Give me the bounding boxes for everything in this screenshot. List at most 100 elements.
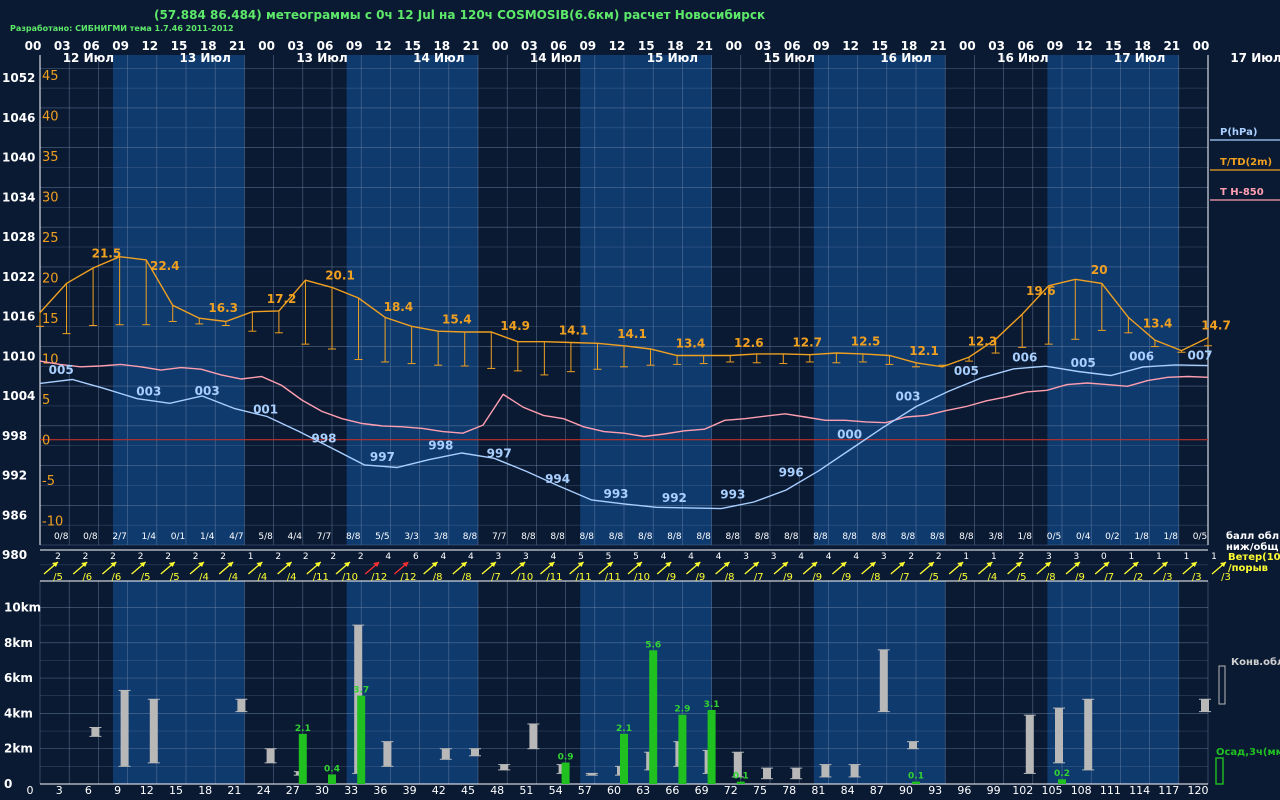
temperature-label: 12.6 xyxy=(734,336,764,350)
hour-label: 12 xyxy=(375,39,392,53)
wind-speed: 3 xyxy=(1074,552,1080,562)
lead-hour-label: 66 xyxy=(665,784,679,797)
wind-gust: /2 xyxy=(1134,572,1144,583)
cloud-cover-value: 1/8 xyxy=(1018,532,1033,542)
wind-gust: /8 xyxy=(871,572,881,583)
meteogram-chart: (57.884 86.484) метеограммы с 0ч 12 Jul … xyxy=(0,0,1280,800)
wind-gust: /9 xyxy=(812,572,822,583)
precip-value: 2.1 xyxy=(295,724,311,734)
cloud-cover-value: 8/8 xyxy=(901,532,916,542)
cloud-cover-value: 8/8 xyxy=(726,532,741,542)
cloud-cover-value: 7/7 xyxy=(492,532,506,542)
temperature-label: 12.3 xyxy=(968,335,998,349)
temperature-tick: -10 xyxy=(42,515,63,530)
day-label: 12 Июл xyxy=(63,51,114,65)
precip-bar xyxy=(707,709,716,784)
wind-gust: /4 xyxy=(258,572,268,583)
wind-gust: /7 xyxy=(1104,572,1114,583)
convective-cloud-bar xyxy=(792,768,801,779)
lead-hour-label: 36 xyxy=(373,784,387,797)
temperature-label: 15.4 xyxy=(442,313,472,327)
height-tick: 4km xyxy=(4,706,33,720)
lead-hour-label: 72 xyxy=(724,784,738,797)
temperature-label: 14.1 xyxy=(617,327,647,341)
wind-speed: 1 xyxy=(963,552,969,562)
wind-speed: 4 xyxy=(385,552,391,562)
credit-text: Разработано: СИБНИГМИ тема 1.7.46 2011-2… xyxy=(10,23,234,33)
cloud-cover-value: 8/8 xyxy=(609,532,624,542)
lead-hour-label: 12 xyxy=(140,784,154,797)
wind-speed: 1 xyxy=(248,552,254,562)
pressure-label: 992 xyxy=(662,491,687,505)
band-day xyxy=(580,55,712,545)
wind-speed: 4 xyxy=(853,552,859,562)
pressure-label: 003 xyxy=(895,390,920,404)
lead-hour-label: 21 xyxy=(227,784,241,797)
pressure-tick: 992 xyxy=(2,469,27,483)
wind-speed: 4 xyxy=(826,552,832,562)
wind-gust: /4 xyxy=(287,572,297,583)
convective-cloud-bar xyxy=(266,748,275,763)
band-day-bottom xyxy=(1047,581,1179,784)
legend-clouds-label: балл обл. xyxy=(1226,530,1280,542)
precip-bar xyxy=(678,714,687,784)
wind-speed: 5 xyxy=(633,552,639,562)
convective-cloud-bar xyxy=(850,764,859,777)
temperature-label: 13.4 xyxy=(676,336,706,350)
cloud-cover-value: 4/7 xyxy=(229,532,243,542)
wind-speed: 2 xyxy=(908,552,914,562)
temperature-label: 14.1 xyxy=(559,323,589,337)
legend-convective-label: Конв.обл. xyxy=(1231,656,1280,668)
hour-label: 00 xyxy=(959,39,976,53)
band-day xyxy=(113,55,245,545)
band-day-bottom xyxy=(580,581,712,784)
wind-gust: /8 xyxy=(1046,572,1056,583)
pressure-label: 005 xyxy=(49,363,74,377)
wind-gust: /11 xyxy=(313,572,329,583)
wind-gust: /11 xyxy=(546,572,562,583)
pressure-label: 000 xyxy=(837,428,862,442)
wind-speed: 2 xyxy=(1018,552,1024,562)
wind-speed: 3 xyxy=(1046,552,1052,562)
height-tick: 6km xyxy=(4,671,33,685)
lead-hour-label: 45 xyxy=(461,784,475,797)
wind-gust: /8 xyxy=(433,572,443,583)
cloud-cover-value: 3/8 xyxy=(434,532,449,542)
day-label: 17 Июл xyxy=(1230,51,1280,65)
wind-speed: 1 xyxy=(1129,552,1135,562)
lead-hour-label: 54 xyxy=(549,784,563,797)
precip-value: 0.1 xyxy=(908,772,924,782)
pressure-tick: 1004 xyxy=(2,389,35,403)
hour-label: 09 xyxy=(112,39,129,53)
cloud-cover-value: 8/8 xyxy=(842,532,857,542)
hour-label: 00 xyxy=(258,39,275,53)
temperature-label: 17.2 xyxy=(267,292,297,306)
lead-hour-label: 69 xyxy=(695,784,709,797)
temperature-tick: 20 xyxy=(42,272,59,287)
wind-gust: /10 xyxy=(517,572,533,583)
convective-cloud-bar xyxy=(879,649,888,712)
precip-value: 3.1 xyxy=(704,700,720,710)
precip-value: 0.2 xyxy=(1054,769,1070,779)
wind-gust: /6 xyxy=(82,572,92,583)
hour-label: 21 xyxy=(229,39,246,53)
day-label: 14 Июл xyxy=(413,51,464,65)
lead-hour-label: 120 xyxy=(1188,784,1209,797)
band-day xyxy=(813,55,946,545)
lead-hour-label: 108 xyxy=(1071,784,1092,797)
cloud-cover-value: 8/8 xyxy=(813,532,828,542)
lead-hour-label: 30 xyxy=(315,784,329,797)
wind-speed: 2 xyxy=(303,552,309,562)
chart-title: (57.884 86.484) метеограммы с 0ч 12 Jul … xyxy=(154,8,765,22)
cloud-cover-value: 8/8 xyxy=(580,532,595,542)
wind-gust: /4 xyxy=(199,572,209,583)
convective-cloud-bar xyxy=(237,699,246,712)
temperature-tick: 5 xyxy=(42,393,50,408)
hour-label: 00 xyxy=(25,39,42,53)
convective-cloud-bar xyxy=(821,764,830,777)
hour-label: 00 xyxy=(725,39,742,53)
lead-hour-label: 90 xyxy=(899,784,913,797)
hour-label: 09 xyxy=(579,39,596,53)
temperature-label: 19.6 xyxy=(1026,284,1056,298)
wind-speed: 2 xyxy=(55,552,61,562)
